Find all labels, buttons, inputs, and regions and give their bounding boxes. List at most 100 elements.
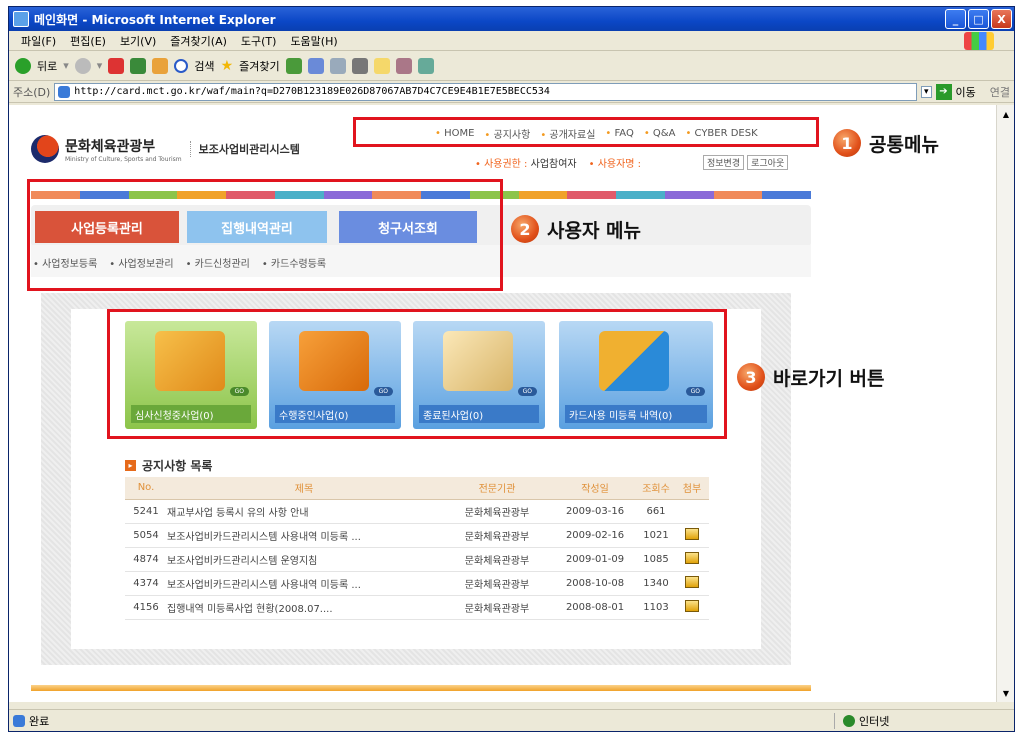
- callout-box-common-menu: [353, 117, 819, 147]
- windows-logo-icon: [964, 32, 994, 50]
- row-org: 문화체육관광부: [441, 523, 553, 548]
- forward-arrow-icon[interactable]: [74, 57, 91, 74]
- back-arrow-icon[interactable]: [15, 57, 31, 74]
- col-date: 작성일: [553, 477, 637, 500]
- system-name: 보조사업비관리시스템: [189, 141, 300, 157]
- minimize-button[interactable]: _: [945, 9, 966, 29]
- attachment-icon[interactable]: [685, 527, 699, 540]
- scroll-up-icon[interactable]: ▲: [999, 107, 1013, 121]
- permission-value: 사업참여자: [530, 159, 577, 170]
- notice-title-text: 공지사항 목록: [142, 459, 213, 473]
- edit-icon[interactable]: [373, 57, 390, 74]
- zone-text: 인터넷: [859, 714, 890, 728]
- refresh-icon[interactable]: [130, 57, 147, 74]
- go-button[interactable]: 이동: [956, 84, 976, 100]
- notice-title: ▸ 공지사항 목록: [125, 457, 212, 474]
- table-row[interactable]: 4374 보조사업비카드관리시스템 사용내역 미등록 ... 문화체육관광부 2…: [125, 571, 709, 596]
- callout-shortcut-buttons: 3 바로가기 버튼: [737, 363, 885, 391]
- links-button[interactable]: 연결: [990, 84, 1010, 100]
- edit-info-button[interactable]: 정보변경: [703, 155, 745, 170]
- menu-view[interactable]: 보기(V): [120, 33, 156, 49]
- internet-zone-icon: [843, 714, 855, 727]
- row-date: 2008-10-08: [553, 571, 637, 596]
- table-row[interactable]: 5054 보조사업비카드관리시스템 사용내역 미등록 ... 문화체육관광부 2…: [125, 523, 709, 548]
- star-icon[interactable]: ★: [221, 58, 234, 74]
- vertical-scrollbar[interactable]: ▲ ▼: [996, 105, 1014, 702]
- col-no: No.: [125, 477, 167, 500]
- callout-user-menu: 2 사용자 메뉴: [511, 215, 641, 243]
- page-viewport: 문화체육관광부 Ministry of Culture, Sports and …: [9, 105, 997, 702]
- search-button[interactable]: 검색: [194, 58, 214, 74]
- menu-file[interactable]: 파일(F): [21, 33, 56, 49]
- table-row[interactable]: 5241 재교부사업 등록시 유의 사항 안내 문화체육관광부 2009-03-…: [125, 499, 709, 524]
- page-icon: [58, 85, 71, 98]
- row-title-link[interactable]: 보조사업비카드관리시스템 사용내역 미등록 ...: [167, 523, 441, 548]
- row-no: 4374: [125, 571, 167, 596]
- row-org: 문화체육관광부: [441, 547, 553, 572]
- address-url: http://card.mct.go.kr/waf/main?q=D270B12…: [74, 86, 550, 97]
- status-bar: 완료 인터넷: [9, 709, 1014, 731]
- notice-table: No. 제목 전문기관 작성일 조회수 첨부 5241 재교부사업 등록시 유의…: [125, 477, 709, 620]
- attachment-icon[interactable]: [685, 575, 699, 588]
- row-views: 1340: [637, 571, 675, 596]
- callout-box-user-menu: [27, 179, 503, 291]
- stop-icon[interactable]: [108, 57, 125, 74]
- row-date: 2009-02-16: [553, 523, 637, 548]
- attachment-icon[interactable]: [685, 551, 699, 564]
- attachment-icon[interactable]: [685, 599, 699, 612]
- address-label: 주소(D): [13, 85, 51, 99]
- ministry-emblem-icon: [31, 135, 59, 163]
- site-logo[interactable]: 문화체육관광부 Ministry of Culture, Sports and …: [31, 135, 300, 163]
- page-done-icon: [13, 714, 25, 727]
- row-views: 661: [637, 499, 675, 524]
- row-org: 문화체육관광부: [441, 571, 553, 596]
- row-date: 2009-01-09: [553, 547, 637, 572]
- table-row[interactable]: 4156 집행내역 미등록사업 현황(2008.07.... 문화체육관광부 2…: [125, 595, 709, 620]
- research-icon[interactable]: [417, 57, 434, 74]
- history-icon[interactable]: [307, 57, 324, 74]
- callout-text: 사용자 메뉴: [547, 219, 642, 242]
- row-org: 문화체육관광부: [441, 595, 553, 620]
- search-icon[interactable]: [174, 58, 189, 73]
- menu-help[interactable]: 도움말(H): [290, 33, 337, 49]
- arrow-bullet-icon: ▸: [125, 460, 136, 471]
- ie-icon: [13, 11, 29, 27]
- menu-edit[interactable]: 편집(E): [70, 33, 106, 49]
- callout-number: 2: [511, 215, 539, 243]
- go-arrow-icon[interactable]: ➔: [935, 83, 952, 100]
- toolbar: 뒤로 ▾ ▾ 검색 ★ 즐겨찾기: [9, 51, 1014, 81]
- print-icon[interactable]: [351, 57, 368, 74]
- row-title-link[interactable]: 보조사업비카드관리시스템 사용내역 미등록 ...: [167, 571, 441, 596]
- back-button[interactable]: 뒤로: [37, 58, 57, 74]
- maximize-button[interactable]: □: [968, 9, 989, 29]
- row-no: 4156: [125, 595, 167, 620]
- title-bar: 메인화면 - Microsoft Internet Explorer _ □ X: [9, 7, 1014, 31]
- row-no: 5054: [125, 523, 167, 548]
- menu-favorites[interactable]: 즐겨찾기(A): [170, 33, 227, 49]
- address-dropdown-icon[interactable]: ▾: [920, 85, 932, 98]
- permission-label: • 사용권한 :: [475, 159, 528, 170]
- row-title-link[interactable]: 재교부사업 등록시 유의 사항 안내: [167, 499, 441, 524]
- mail-icon[interactable]: [329, 57, 346, 74]
- row-title-link[interactable]: 집행내역 미등록사업 현황(2008.07....: [167, 595, 441, 620]
- col-views: 조회수: [637, 477, 675, 500]
- row-no: 4874: [125, 547, 167, 572]
- address-input[interactable]: http://card.mct.go.kr/waf/main?q=D270B12…: [54, 82, 917, 101]
- scroll-down-icon[interactable]: ▼: [999, 686, 1013, 700]
- row-title-link[interactable]: 보조사업비카드관리시스템 운영지침: [167, 547, 441, 572]
- col-title: 제목: [167, 477, 441, 500]
- media-icon[interactable]: [285, 57, 302, 74]
- messenger-icon[interactable]: [395, 57, 412, 74]
- table-row[interactable]: 4874 보조사업비카드관리시스템 운영지침 문화체육관광부 2009-01-0…: [125, 547, 709, 572]
- row-views: 1085: [637, 547, 675, 572]
- home-icon[interactable]: [152, 57, 169, 74]
- close-button[interactable]: X: [991, 9, 1012, 29]
- logout-button[interactable]: 로그아웃: [747, 155, 789, 170]
- menu-tools[interactable]: 도구(T): [241, 33, 277, 49]
- callout-common-menu: 1 공통메뉴: [833, 129, 939, 157]
- row-date: 2009-03-16: [553, 499, 637, 524]
- org-subname: Ministry of Culture, Sports and Tourism: [65, 155, 182, 163]
- favorites-button[interactable]: 즐겨찾기: [239, 58, 279, 74]
- browser-window: 메인화면 - Microsoft Internet Explorer _ □ X…: [8, 6, 1015, 732]
- row-views: 1103: [637, 595, 675, 620]
